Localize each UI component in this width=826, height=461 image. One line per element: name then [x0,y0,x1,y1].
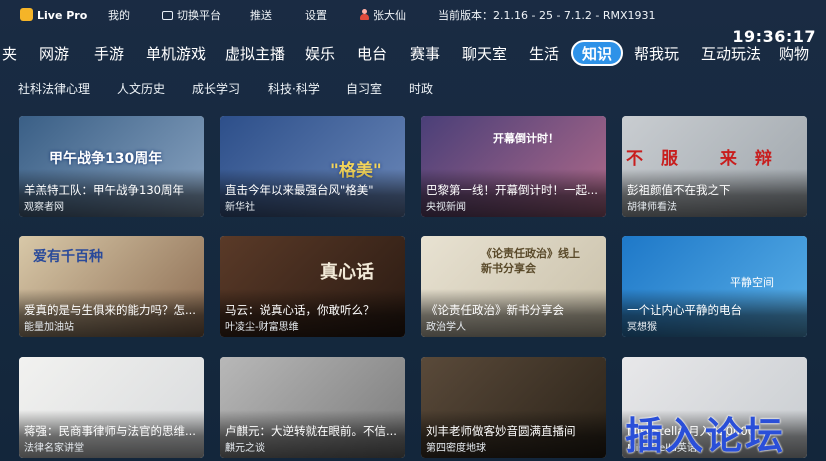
streamer-name: 冥想猴 [627,322,657,333]
push-button[interactable]: 推送 [250,9,272,23]
streamer-name: 法律名家讲堂 [24,443,84,454]
stream-title: 卢麒元：大逆转就在眼前。不信... [225,424,397,438]
tv-icon [162,11,173,20]
stream-card[interactable]: 爱有千百种 爱真的是与生俱来的能力吗？怎... 能量加油站 [19,236,204,337]
tab-shopping[interactable]: 购物 [779,43,809,64]
stream-card[interactable]: 不服 来辩 彭祖颜值不在我之下 胡律师看法 [622,116,807,217]
thumbnail-caption: 甲午战争130周年 [49,151,163,167]
app-logo-icon [20,8,33,21]
thumbnail-caption: 平静空间 [730,276,774,289]
tab-mobile-games[interactable]: 手游 [94,43,124,64]
stream-card[interactable]: 开幕倒计时！ 巴黎第一线！开幕倒计时！一起... 央视新闻 [421,116,606,217]
subcategory-nav: 社科法律心理 人文历史 成长学习 科技·科学 自习室 时政 [0,80,826,98]
stream-card[interactable]: "格美" 直击今年以来最强台风"格美" 新华社 [220,116,405,217]
settings-button[interactable]: 设置 [305,9,327,23]
stream-title: 彭祖颜值不在我之下 [627,183,731,197]
stream-title: 《论责任政治》新书分享会 [426,303,564,317]
streamer-name: 第四密度地球 [426,443,486,454]
tab-entertainment[interactable]: 娱乐 [305,43,335,64]
thumbnail-caption: 真心话 [320,262,374,283]
tab-prev-partial[interactable]: 夹 [2,43,17,64]
tab-radio[interactable]: 电台 [357,43,387,64]
thumbnail-caption: 开幕倒计时！ [493,132,559,145]
tab-online-games[interactable]: 网游 [39,43,69,64]
subtab-growth[interactable]: 成长学习 [192,80,240,97]
thumbnail-caption: 不服 来辩 [626,149,790,169]
user-name: 张大仙 [373,9,406,22]
streamer-name: 政治学人 [426,322,466,333]
version-info: 当前版本：2.1.16 - 25 - 7.1.2 - RMX1931 [438,9,656,22]
tab-single-player[interactable]: 单机游戏 [146,43,206,64]
streamer-name: 央视新闻 [426,202,466,213]
stream-card[interactable]: 真心话 马云：说真心话，你敢听么？ 叶凌尘-财富思维 [220,236,405,337]
stream-title: 蒋强：民商事律师与法官的思维... [24,424,196,438]
subtab-politics[interactable]: 时政 [409,80,433,97]
top-bar: Live Pro 我的 切换平台 推送 设置 张大仙 当前版本：2.1.16 -… [0,0,826,32]
stream-card[interactable]: 卢麒元：大逆转就在眼前。不信... 麒元之谈 [220,357,405,458]
streamer-name: 能量加油站 [24,322,74,333]
mine-button[interactable]: 我的 [108,9,130,23]
switch-platform-button[interactable]: 切换平台 [162,9,221,23]
stream-card[interactable]: 平静空间 一个让内心平静的电台 冥想猴 [622,236,807,337]
user-avatar-icon [360,9,369,20]
streamer-name: 叶凌尘-财富思维 [225,322,299,333]
stream-card[interactable]: 甲午战争130周年 羊羔特工队：甲午战争130周年 观察者网 [19,116,204,217]
tab-knowledge[interactable]: 知识 [571,40,624,66]
stream-title: 一个让内心平静的电台 [627,303,742,317]
tab-life[interactable]: 生活 [529,43,559,64]
app-name: Live Pro [37,9,88,22]
tab-vtuber[interactable]: 虚拟主播 [225,43,285,64]
thumbnail-caption: 《论责任政治》线上新书分享会 [481,247,580,275]
stream-title: 刘丰老师做客妙音圆满直播间 [426,424,576,438]
stream-card[interactable]: 《论责任政治》线上新书分享会 《论责任政治》新书分享会 政治学人 [421,236,606,337]
tab-events[interactable]: 赛事 [410,43,440,64]
forum-watermark: 插入论坛 [625,414,786,458]
user-button[interactable]: 张大仙 [360,9,406,23]
category-nav: 夹 网游 手游 单机游戏 虚拟主播 娱乐 电台 赛事 聊天室 生活 知识 帮我玩… [0,40,826,68]
stream-title: 直击今年以来最强台风"格美" [225,183,374,197]
stream-card[interactable]: 刘丰老师做客妙音圆满直播间 第四密度地球 [421,357,606,458]
tab-interactive[interactable]: 互动玩法 [701,43,761,64]
streamer-name: 新华社 [225,202,255,213]
tab-help-me-play[interactable]: 帮我玩 [634,43,679,64]
streamer-name: 观察者网 [24,202,64,213]
stream-title: 羊羔特工队：甲午战争130周年 [24,183,184,197]
streamer-name: 麒元之谈 [225,443,265,454]
tab-chatroom[interactable]: 聊天室 [462,43,507,64]
subtab-social-law[interactable]: 社科法律心理 [18,80,90,97]
subtab-tech[interactable]: 科技·科学 [268,80,320,97]
switch-platform-label: 切换平台 [177,9,221,22]
stream-card[interactable]: 蒋强：民商事律师与法官的思维... 法律名家讲堂 [19,357,204,458]
streamer-name: 胡律师看法 [627,202,677,213]
thumbnail-caption: 爱有千百种 [33,249,103,265]
subtab-study-room[interactable]: 自习室 [346,80,382,97]
subtab-history[interactable]: 人文历史 [117,80,165,97]
stream-title: 爱真的是与生俱来的能力吗？怎... [24,303,196,317]
stream-title: 马云：说真心话，你敢听么？ [225,303,375,317]
stream-title: 巴黎第一线！开幕倒计时！一起... [426,183,598,197]
